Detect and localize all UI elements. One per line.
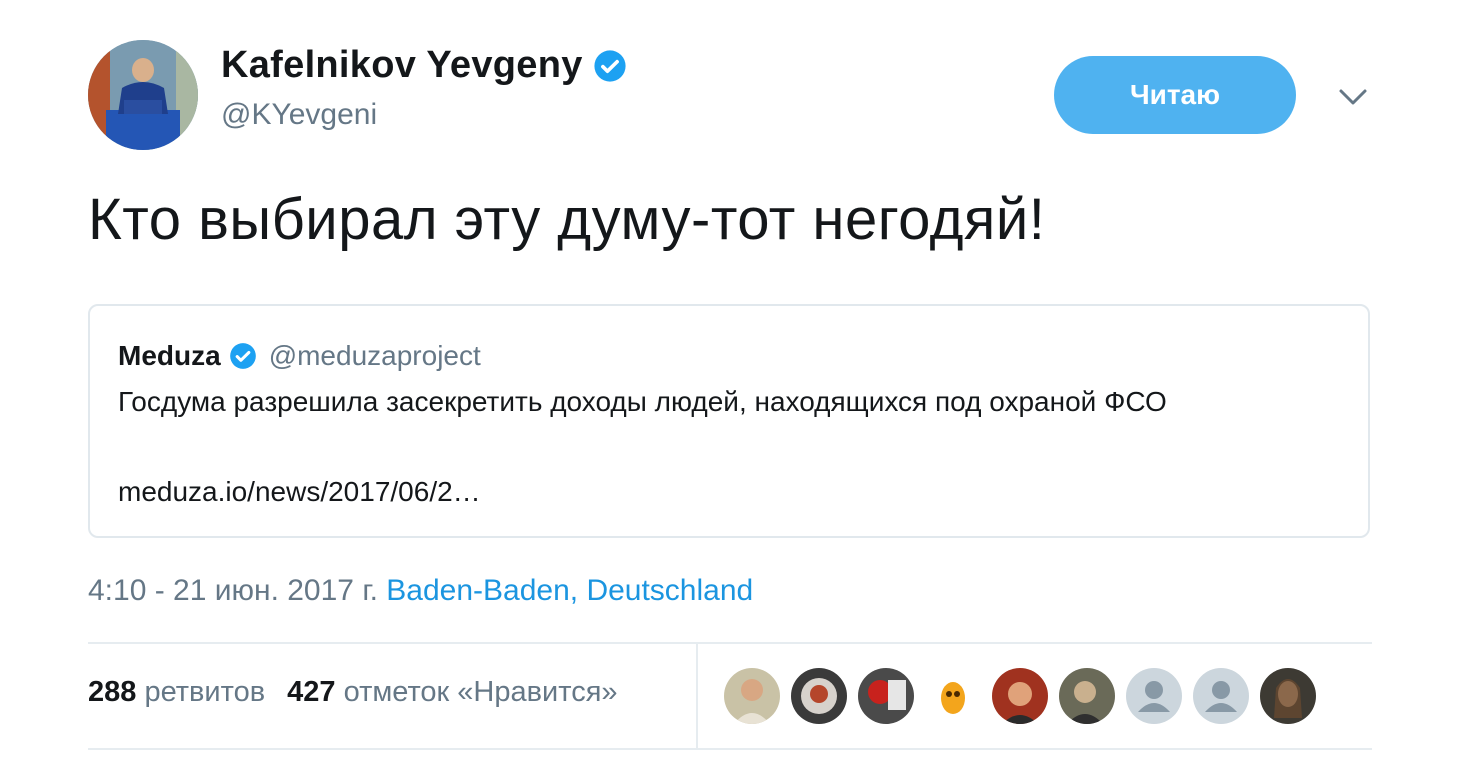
author-name-text[interactable]: Kafelnikov Yevgeny: [221, 44, 583, 87]
liker-avatar[interactable]: [1260, 668, 1316, 724]
tweet-stats: 288 ретвитов 427 отметок «Нравится»: [88, 676, 618, 709]
tweet-location[interactable]: Baden-Baden, Deutschland: [386, 574, 753, 607]
tweet-meta: 4:10 - 21 июн. 2017 г. Baden-Baden, Deut…: [88, 574, 753, 608]
divider: [88, 642, 1372, 644]
retweets-stat[interactable]: 288 ретвитов: [88, 676, 265, 709]
verified-badge-icon: [593, 49, 627, 83]
likes-label: отметок «Нравится»: [343, 676, 618, 708]
retweets-count: 288: [88, 676, 137, 708]
author-handle[interactable]: @KYevgeni: [221, 98, 377, 132]
quoted-tweet-link[interactable]: meduza.io/news/2017/06/2…: [118, 476, 481, 508]
quoted-author-handle: @meduzaproject: [268, 340, 481, 371]
liker-avatars: [724, 668, 1316, 724]
verified-badge-icon: [229, 342, 257, 370]
tweet-text: Кто выбирал эту думу-тот негодяй!: [88, 187, 1046, 252]
divider: [696, 644, 698, 748]
quoted-author-name: Meduza: [118, 340, 221, 371]
retweets-label: ретвитов: [144, 676, 266, 708]
quoted-tweet-header: Meduza @meduzaproject: [118, 340, 481, 372]
liker-avatar[interactable]: [925, 668, 981, 724]
liker-avatar[interactable]: [724, 668, 780, 724]
chevron-down-icon[interactable]: [1336, 82, 1370, 112]
quoted-tweet[interactable]: Meduza @meduzaproject Госдума разрешила …: [88, 304, 1370, 538]
following-button[interactable]: Читаю: [1054, 56, 1296, 134]
liker-avatar[interactable]: [858, 668, 914, 724]
likes-stat[interactable]: 427 отметок «Нравится»: [287, 676, 617, 709]
likes-count: 427: [287, 676, 336, 708]
author-avatar[interactable]: [88, 40, 198, 150]
quoted-tweet-text: Госдума разрешила засекретить доходы люд…: [118, 386, 1167, 417]
liker-avatar[interactable]: [1059, 668, 1115, 724]
liker-avatar[interactable]: [992, 668, 1048, 724]
divider: [88, 748, 1372, 750]
liker-avatar[interactable]: [791, 668, 847, 724]
default-avatar-icon[interactable]: [1126, 668, 1182, 724]
default-avatar-icon[interactable]: [1193, 668, 1249, 724]
tweet-timestamp[interactable]: 4:10 - 21 июн. 2017 г.: [88, 574, 378, 607]
author-name[interactable]: Kafelnikov Yevgeny: [221, 44, 627, 87]
